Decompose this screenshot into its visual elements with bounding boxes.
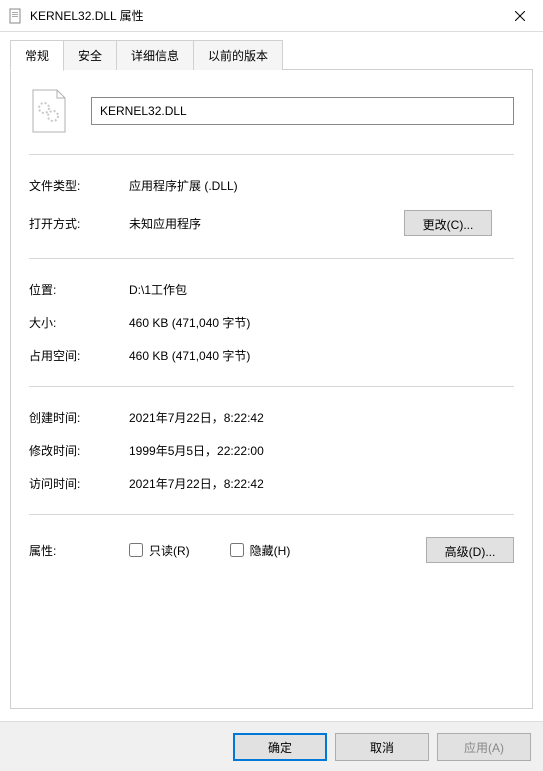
separator [29,154,514,155]
value-size-on-disk: 460 KB (471,040 字节) [129,347,514,364]
checkbox-hidden-label: 隐藏(H) [250,542,291,559]
value-modified: 1999年5月5日，22:22:00 [129,442,514,459]
checkbox-hidden-wrapper[interactable]: 隐藏(H) [230,542,291,559]
cancel-button[interactable]: 取消 [335,733,429,761]
checkbox-readonly-label: 只读(R) [149,542,190,559]
titlebar: KERNEL32.DLL 属性 [0,0,543,32]
separator [29,514,514,515]
value-location: D:\1工作包 [129,281,514,298]
advanced-button[interactable]: 高级(D)... [426,537,514,563]
value-accessed: 2021年7月22日，8:22:42 [129,475,514,492]
value-file-type: 应用程序扩展 (.DLL) [129,177,514,194]
file-properties-icon [8,8,24,24]
label-opens-with: 打开方式: [29,215,129,232]
separator [29,258,514,259]
value-size: 460 KB (471,040 字节) [129,314,514,331]
change-button[interactable]: 更改(C)... [404,210,492,236]
label-attributes: 属性: [29,542,129,559]
tab-strip: 常规 安全 详细信息 以前的版本 [10,40,533,70]
apply-button[interactable]: 应用(A) [437,733,531,761]
tab-security[interactable]: 安全 [63,40,117,70]
label-file-type: 文件类型: [29,177,129,194]
value-created: 2021年7月22日，8:22:42 [129,409,514,426]
label-location: 位置: [29,281,129,298]
checkbox-readonly-wrapper[interactable]: 只读(R) [129,542,190,559]
label-modified: 修改时间: [29,442,129,459]
tab-details[interactable]: 详细信息 [116,40,194,70]
ok-button[interactable]: 确定 [233,733,327,761]
tab-panel-general: 文件类型: 应用程序扩展 (.DLL) 打开方式: 未知应用程序 更改(C)..… [10,69,533,709]
label-size: 大小: [29,314,129,331]
label-size-on-disk: 占用空间: [29,347,129,364]
window-title: KERNEL32.DLL 属性 [30,7,144,24]
tab-general[interactable]: 常规 [10,40,64,71]
label-created: 创建时间: [29,409,129,426]
file-type-icon [29,88,69,134]
value-opens-with: 未知应用程序 [129,215,404,232]
separator [29,386,514,387]
filename-input[interactable] [91,97,514,125]
close-button[interactable] [497,0,543,31]
checkbox-readonly[interactable] [129,543,143,557]
checkbox-hidden[interactable] [230,543,244,557]
label-accessed: 访问时间: [29,475,129,492]
tab-previous-versions[interactable]: 以前的版本 [193,40,283,70]
dialog-button-bar: 确定 取消 应用(A) [0,721,543,771]
